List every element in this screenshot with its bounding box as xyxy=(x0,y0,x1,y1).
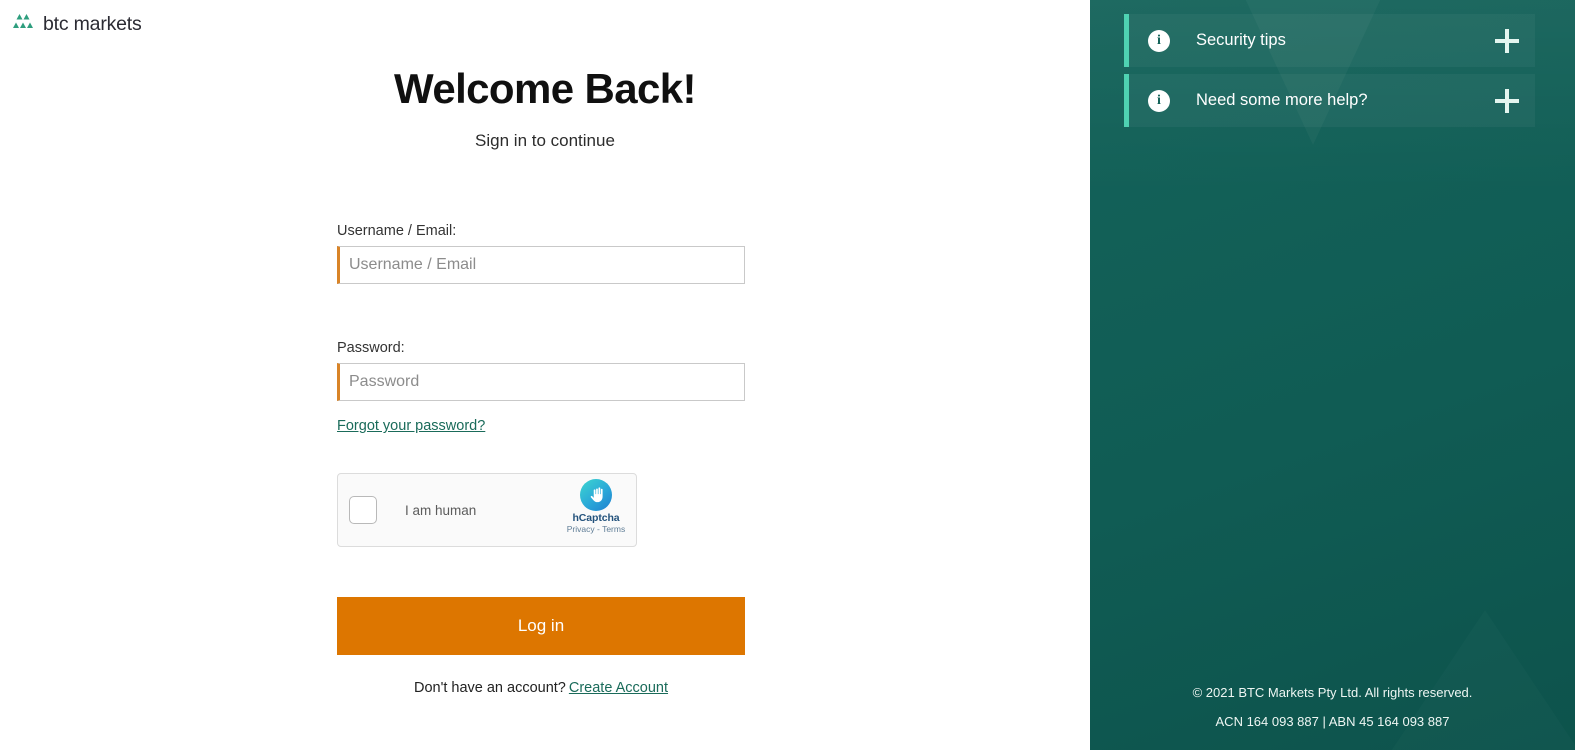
hcaptcha-links-separator: - xyxy=(597,524,600,535)
password-label: Password: xyxy=(337,340,405,357)
forgot-password-row: Forgot your password? xyxy=(337,417,745,435)
hcaptcha-checkbox[interactable] xyxy=(349,496,377,525)
info-panel-footer: © 2021 BTC Markets Pty Ltd. All rights r… xyxy=(1090,686,1575,728)
field-spacer xyxy=(337,284,745,340)
page-subtitle: Sign in to continue xyxy=(475,131,615,151)
create-account-link[interactable]: Create Account xyxy=(569,680,668,696)
login-form: Username / Email: Password: Forgot your … xyxy=(337,223,745,696)
hcaptcha-legal-links: Privacy - Terms xyxy=(564,524,628,534)
accordion-list: i Security tips i Need some more help? xyxy=(1090,0,1575,127)
password-input[interactable] xyxy=(337,363,745,402)
username-input[interactable] xyxy=(337,246,745,285)
info-circle-icon: i xyxy=(1148,29,1170,52)
info-circle-icon: i xyxy=(1148,89,1170,112)
hcaptcha-hand-icon xyxy=(580,479,612,512)
hcaptcha-brand-label: hCaptcha xyxy=(572,512,620,525)
login-button[interactable]: Log in xyxy=(337,597,745,656)
page-title: Welcome Back! xyxy=(394,65,696,112)
accordion-need-more-help[interactable]: i Need some more help? xyxy=(1124,74,1535,127)
password-field-block: Password: xyxy=(337,340,745,402)
hcaptcha-branding: hCaptcha Privacy - Terms xyxy=(564,479,628,534)
username-label: Username / Email: xyxy=(337,223,457,240)
hcaptcha-checkbox-label: I am human xyxy=(405,502,477,518)
accordion-label: Security tips xyxy=(1196,31,1286,49)
hcaptcha-privacy-link[interactable]: Privacy xyxy=(567,524,595,534)
signup-row: Don't have an account? Create Account xyxy=(337,680,745,696)
plus-icon[interactable] xyxy=(1495,88,1519,113)
plus-icon[interactable] xyxy=(1495,28,1519,53)
username-field-block: Username / Email: xyxy=(337,223,745,285)
accordion-security-tips[interactable]: i Security tips xyxy=(1124,14,1535,67)
footer-copyright: © 2021 BTC Markets Pty Ltd. All rights r… xyxy=(1192,685,1473,700)
login-page: btc markets Welcome Back! Sign in to con… xyxy=(0,0,1575,750)
hcaptcha-widget[interactable]: I am human hCaptcha Privacy - Terms xyxy=(337,473,637,548)
forgot-password-link[interactable]: Forgot your password? xyxy=(337,418,485,434)
footer-registration: ACN 164 093 887 | ABN 45 164 093 887 xyxy=(1215,714,1450,729)
signup-prompt-text: Don't have an account? xyxy=(413,680,566,697)
hcaptcha-terms-link[interactable]: Terms xyxy=(602,524,625,534)
info-panel: i Security tips i Need some more help? ©… xyxy=(1090,0,1575,750)
accordion-label: Need some more help? xyxy=(1196,91,1368,109)
login-content: Welcome Back! Sign in to continue Userna… xyxy=(0,0,1090,696)
login-panel: btc markets Welcome Back! Sign in to con… xyxy=(0,0,1090,750)
